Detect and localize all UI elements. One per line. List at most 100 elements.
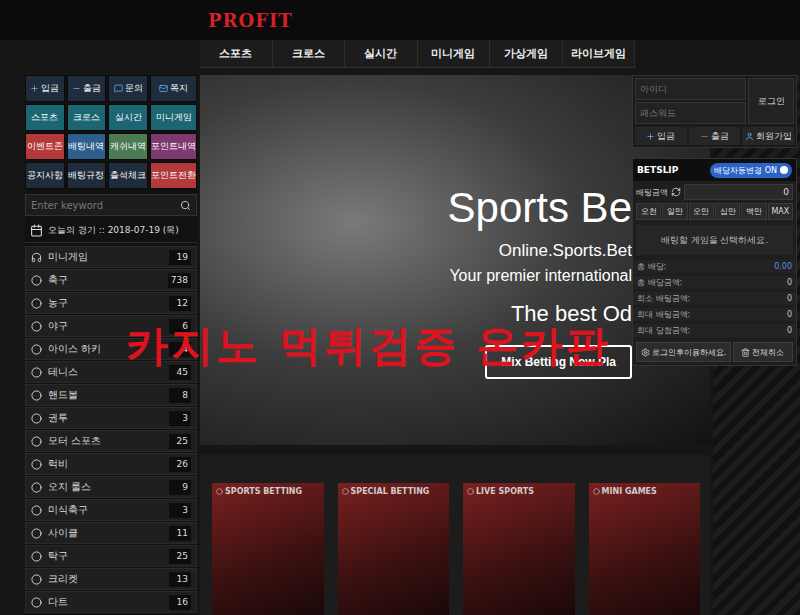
- summary-label: 최소 배팅금액:: [637, 293, 690, 304]
- sport-icon: [31, 367, 42, 378]
- account-button[interactable]: 출금: [689, 127, 741, 145]
- betslip-button[interactable]: 전체취소: [733, 342, 793, 362]
- amount-button[interactable]: 일만: [662, 203, 687, 220]
- quick-button[interactable]: 출금: [67, 75, 107, 102]
- account-button[interactable]: 회원가입: [742, 127, 794, 145]
- nav-item[interactable]: 실시간: [345, 40, 418, 67]
- refresh-icon[interactable]: [671, 187, 681, 197]
- summary-row: 총 배당:0.00: [633, 260, 796, 273]
- card-label: MINI GAMES: [593, 487, 697, 496]
- nav-item[interactable]: 스포츠: [200, 40, 273, 67]
- sport-item[interactable]: 농구 12: [25, 292, 197, 314]
- sport-item[interactable]: 탁구25: [25, 545, 197, 567]
- sport-item[interactable]: 축구738: [25, 269, 197, 291]
- sport-item[interactable]: 권투 3: [25, 407, 197, 429]
- amount-input[interactable]: 0: [684, 184, 793, 200]
- sport-count: 26: [169, 457, 191, 472]
- sport-name: 농구: [48, 296, 163, 310]
- quick-button[interactable]: 배팅내역: [67, 133, 107, 160]
- game-card[interactable]: SPORTS BETTING: [212, 483, 324, 615]
- sport-icon: [31, 597, 42, 608]
- quick-button[interactable]: 미니게임: [150, 104, 197, 131]
- sport-name: 축구: [48, 273, 162, 287]
- betslip-header: BETSLIP 배당자동변경 ON: [633, 159, 796, 181]
- nav-item[interactable]: 미니게임: [418, 40, 491, 67]
- betslip: BETSLIP배당자동변경 ON배팅금액0오천일만오만십만백만MAX배팅할 게임…: [632, 158, 797, 366]
- sport-count: 12: [169, 296, 191, 311]
- card-icon: [467, 488, 474, 495]
- sport-item[interactable]: 럭비26: [25, 453, 197, 475]
- game-card[interactable]: MINI GAMES: [589, 483, 701, 615]
- banner-subtitle: Online.Sports.Bet: [499, 241, 632, 261]
- login-fields: 아이디패스워드: [635, 78, 746, 124]
- page: PROFIT스포츠크로스실시간미니게임가상게임라이브게임입금출금문의쪽지스포츠크…: [0, 0, 800, 615]
- sport-item[interactable]: 사이클11: [25, 522, 197, 544]
- quick-button[interactable]: 실시간: [108, 104, 148, 131]
- banner-title: Sports Be: [448, 185, 632, 231]
- right-panel: 아이디패스워드로그인입금출금회원가입BETSLIP배당자동변경 ON배팅금액0오…: [632, 75, 797, 366]
- action-icon: [646, 132, 655, 141]
- card-icon: [593, 488, 600, 495]
- summary-value: 0: [787, 309, 792, 320]
- betslip-title: BETSLIP: [637, 165, 678, 175]
- sport-item[interactable]: 오지 룰스9: [25, 476, 197, 498]
- amount-button[interactable]: MAX: [768, 203, 793, 220]
- game-card[interactable]: LIVE SPORTS: [463, 483, 575, 615]
- amount-button[interactable]: 십만: [715, 203, 740, 220]
- login-button[interactable]: 로그인: [748, 78, 794, 124]
- sport-name: 권투: [48, 411, 163, 425]
- summary-value: 0: [787, 293, 792, 304]
- quick-button[interactable]: 이벤트존: [25, 133, 65, 160]
- nav-item[interactable]: 크로스: [273, 40, 346, 67]
- sport-item[interactable]: 다트16: [25, 591, 197, 613]
- search-bar: Enter keyword: [25, 194, 197, 216]
- quick-button[interactable]: 스포츠: [25, 104, 65, 131]
- sport-item[interactable]: 모터 스포츠25: [25, 430, 197, 452]
- action-icon: [745, 132, 754, 141]
- quick-button[interactable]: 쪽지: [150, 75, 197, 102]
- quick-button[interactable]: 배팅규정: [67, 162, 107, 189]
- quick-button[interactable]: 출석체크: [108, 162, 148, 189]
- quick-button[interactable]: 문의: [108, 75, 148, 102]
- quick-icon: [159, 84, 168, 93]
- quick-button[interactable]: 크로스: [67, 104, 107, 131]
- game-card[interactable]: SPECIAL BETTING: [338, 483, 450, 615]
- sport-item[interactable]: 미니게임19: [25, 246, 197, 268]
- quick-label: 크로스: [73, 111, 100, 124]
- sport-name: 핸드볼: [48, 388, 163, 402]
- logo[interactable]: PROFIT: [208, 10, 293, 31]
- nav-item[interactable]: 라이브게임: [563, 40, 636, 67]
- trash-icon: [741, 348, 750, 357]
- quick-button[interactable]: 포인트전환: [150, 162, 197, 189]
- game-cards: SPORTS BETTING SPECIAL BETTINGLIVE SPORTS…: [200, 455, 710, 615]
- quick-button[interactable]: 공지사항: [25, 162, 65, 189]
- quick-amounts: 오천일만오만십만백만MAX: [633, 203, 796, 220]
- sport-icon: [31, 459, 42, 470]
- sport-count: 9: [169, 480, 191, 495]
- sport-icon: [31, 344, 42, 355]
- account-button[interactable]: 입금: [635, 127, 687, 145]
- amount-button[interactable]: 오천: [636, 203, 661, 220]
- sport-name: 탁구: [48, 549, 163, 563]
- search-button[interactable]: [174, 195, 196, 215]
- sport-item[interactable]: 미식축구3: [25, 499, 197, 521]
- sport-item[interactable]: 크리켓13: [25, 568, 197, 590]
- auto-odds-toggle[interactable]: 배당자동변경 ON: [710, 163, 792, 178]
- summary-label: 총 배당금액:: [637, 277, 682, 288]
- amount-button[interactable]: 백만: [741, 203, 766, 220]
- sport-item[interactable]: 핸드볼8: [25, 384, 197, 406]
- id-input[interactable]: 아이디: [635, 78, 746, 100]
- amount-button[interactable]: 오만: [689, 203, 714, 220]
- quick-button[interactable]: 포인트내역: [150, 133, 197, 160]
- quick-label: 쪽지: [170, 82, 188, 95]
- quick-label: 포인트전환: [151, 169, 196, 182]
- quick-button[interactable]: 입금: [25, 75, 65, 102]
- quick-label: 스포츠: [31, 111, 58, 124]
- password-input[interactable]: 패스워드: [635, 102, 746, 124]
- betslip-button[interactable]: 로그인후이용하세요.: [636, 342, 731, 362]
- card-label: SPORTS BETTING: [216, 487, 320, 496]
- quick-button[interactable]: 캐쉬내역: [108, 133, 148, 160]
- sport-count: 3: [169, 411, 191, 426]
- search-input[interactable]: Enter keyword: [26, 195, 174, 215]
- nav-item[interactable]: 가상게임: [490, 40, 563, 67]
